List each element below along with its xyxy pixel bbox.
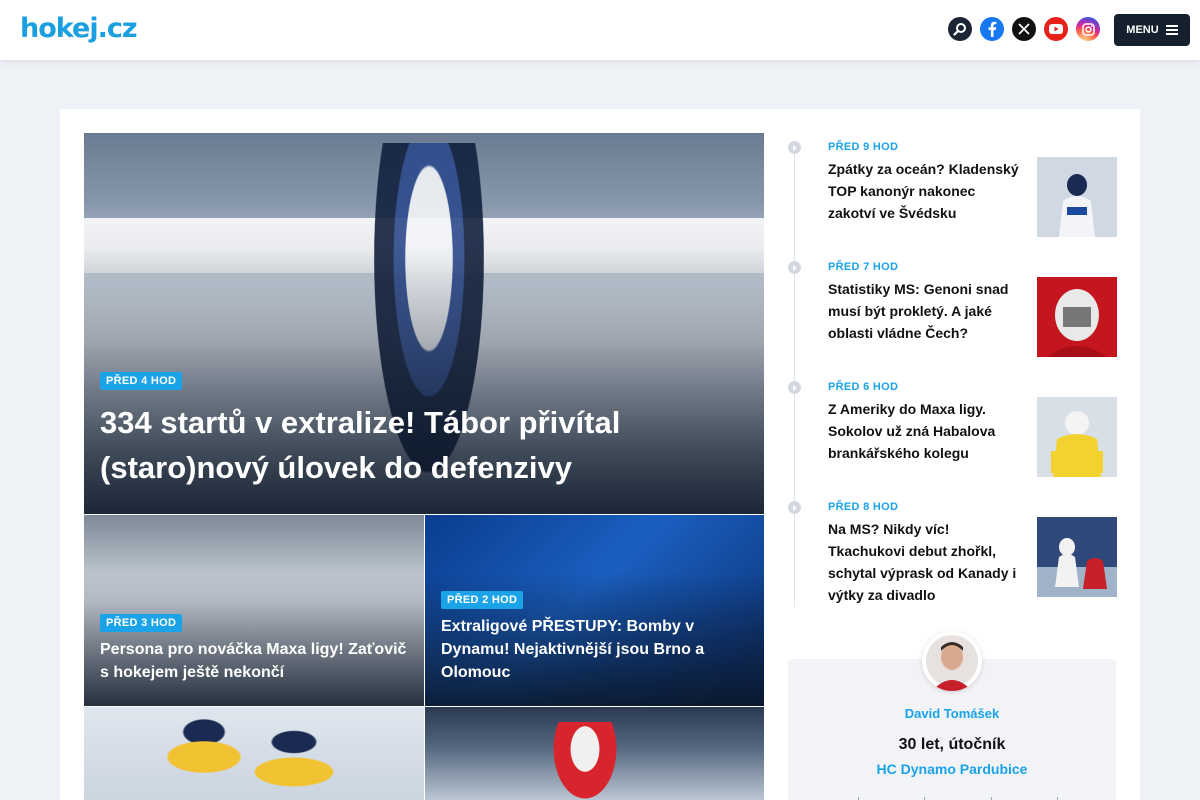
article-time-badge: PŘED 2 HOD bbox=[441, 591, 524, 609]
play-icon bbox=[788, 501, 801, 514]
feed-item-title[interactable]: Na MS? Nikdy víc! Tkachukovi debut zhořk… bbox=[828, 518, 1023, 606]
article-image-players bbox=[144, 717, 344, 800]
feed-item-time: PŘED 7 HOD bbox=[828, 261, 899, 273]
hero-article[interactable]: PŘED 4 HOD 334 startů v extralize! Tábor… bbox=[84, 133, 764, 514]
player-avatar[interactable] bbox=[922, 631, 982, 691]
feed-item-thumbnail[interactable] bbox=[1037, 157, 1117, 237]
x-icon[interactable] bbox=[1012, 17, 1036, 41]
menu-button[interactable]: MENU bbox=[1114, 14, 1190, 46]
menu-label: MENU bbox=[1126, 24, 1159, 36]
site-logo[interactable]: hokej.cz bbox=[20, 14, 138, 44]
play-icon bbox=[788, 381, 801, 394]
player-team[interactable]: HC Dynamo Pardubice bbox=[788, 761, 1116, 777]
youtube-icon[interactable] bbox=[1044, 17, 1068, 41]
header-icons bbox=[948, 17, 1100, 41]
feed-item-time: PŘED 9 HOD bbox=[828, 141, 899, 153]
article-tile[interactable]: PŘED 3 HOD Persona pro nováčka Maxa ligy… bbox=[84, 515, 424, 706]
hero-title[interactable]: 334 startů v extralize! Tábor přivítal (… bbox=[100, 400, 748, 490]
feed-item-thumbnail[interactable] bbox=[1037, 397, 1117, 477]
article-tile[interactable] bbox=[84, 707, 424, 800]
timeline-line bbox=[794, 147, 795, 607]
article-tile[interactable] bbox=[425, 707, 764, 800]
article-title[interactable]: Extraligové PŘESTUPY: Bomby v Dynamu! Ne… bbox=[441, 615, 748, 684]
feed-item-title[interactable]: Zpátky za oceán? Kladenský TOP kanonýr n… bbox=[828, 158, 1023, 224]
article-tile[interactable]: PŘED 2 HOD Extraligové PŘESTUPY: Bomby v… bbox=[425, 515, 764, 706]
instagram-icon[interactable] bbox=[1076, 17, 1100, 41]
feed-item-thumbnail[interactable] bbox=[1037, 517, 1117, 597]
article-caption: PŘED 3 HOD Persona pro nováčka Maxa ligy… bbox=[100, 613, 408, 684]
search-icon[interactable] bbox=[948, 17, 972, 41]
feed-item-time: PŘED 6 HOD bbox=[828, 381, 899, 393]
feed-item-thumbnail[interactable] bbox=[1037, 277, 1117, 357]
article-image-player bbox=[545, 722, 625, 800]
feed-item-title[interactable]: Z Ameriky do Maxa ligy. Sokolov už zná H… bbox=[828, 398, 1023, 464]
facebook-icon[interactable] bbox=[980, 17, 1004, 41]
player-name[interactable]: David Tomášek bbox=[788, 706, 1116, 721]
player-info: 30 let, útočník bbox=[898, 736, 1006, 753]
article-title[interactable]: Persona pro nováčka Maxa ligy! Zaťovič s… bbox=[100, 638, 408, 684]
play-icon bbox=[788, 261, 801, 274]
site-header: hokej.cz MENU bbox=[0, 0, 1200, 60]
article-time-badge: PŘED 3 HOD bbox=[100, 614, 183, 632]
feed-item-title[interactable]: Statistiky MS: Genoni snad musí být prok… bbox=[828, 278, 1023, 344]
hamburger-icon bbox=[1165, 25, 1178, 35]
article-caption: PŘED 2 HOD Extraligové PŘESTUPY: Bomby v… bbox=[441, 590, 748, 684]
feed-item-time: PŘED 8 HOD bbox=[828, 501, 899, 513]
hero-time-badge: PŘED 4 HOD bbox=[100, 372, 183, 390]
play-icon bbox=[788, 141, 801, 154]
hero-caption: PŘED 4 HOD 334 startů v extralize! Tábor… bbox=[100, 371, 748, 490]
